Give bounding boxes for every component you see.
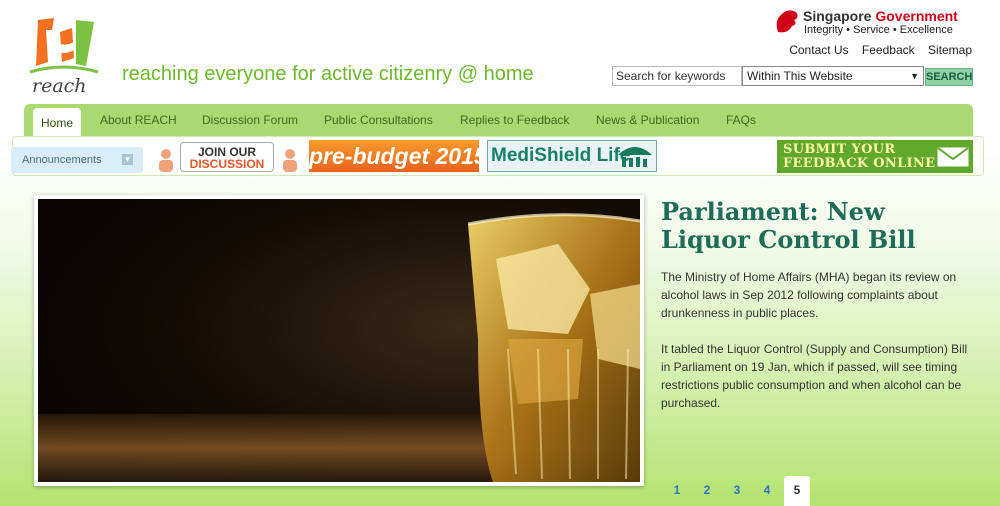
tab-about-reach[interactable]: About REACH	[100, 104, 177, 137]
feature-article: Parliament: New Liquor Control Bill The …	[661, 198, 971, 412]
sitemap-link[interactable]: Sitemap	[928, 43, 972, 57]
gov-name-a: Singapore	[803, 8, 872, 24]
whisky-glass-image	[38, 199, 640, 482]
tab-home[interactable]: Home	[33, 108, 82, 137]
join-banner-line2: DISCUSSION	[189, 157, 265, 171]
tab-public-consultations[interactable]: Public Consultations	[324, 104, 433, 137]
feature-title[interactable]: Parliament: New Liquor Control Bill	[661, 198, 971, 254]
person-icon	[159, 149, 173, 172]
tab-discussion-forum[interactable]: Discussion Forum	[202, 104, 298, 137]
utility-links: Contact Us Feedback Sitemap	[779, 43, 972, 57]
announcements-label: Announcements	[22, 154, 102, 166]
singapore-government-logo[interactable]: Singapore Government Integrity • Service…	[774, 8, 974, 38]
search-scope-select[interactable]: Within This Website ▼	[742, 66, 924, 86]
gov-motto: Integrity • Service • Excellence	[804, 24, 953, 36]
medishield-label: MediShield Life	[491, 145, 631, 166]
submit-banner-line2: FEEDBACK ONLINE	[783, 156, 936, 171]
search-input[interactable]: Search for keywords	[612, 66, 742, 86]
reach-logo[interactable]: reach	[24, 14, 104, 97]
pre-budget-banner[interactable]: pre-budget 2015	[309, 140, 487, 172]
tab-faqs[interactable]: FAQs	[726, 104, 756, 137]
person-icon	[283, 149, 297, 172]
submit-banner-line1: SUBMIT YOUR	[783, 142, 896, 157]
search-scope-value: Within This Website	[747, 69, 853, 83]
feedback-link[interactable]: Feedback	[862, 43, 915, 57]
tab-news-publication[interactable]: News & Publication	[596, 104, 699, 137]
join-discussion-banner[interactable]: JOIN OUR DISCUSSION	[155, 140, 301, 173]
main-nav: Home About REACH Discussion Forum Public…	[24, 104, 973, 137]
tab-replies-to-feedback[interactable]: Replies to Feedback	[460, 104, 569, 137]
pager-page-1[interactable]: 1	[664, 476, 690, 506]
site-tagline: reaching everyone for active citizenry @…	[122, 63, 534, 85]
dropdown-arrow-icon: ▼	[910, 71, 919, 81]
submit-feedback-banner[interactable]: SUBMIT YOUR FEEDBACK ONLINE	[777, 140, 973, 173]
pager-page-4[interactable]: 4	[754, 476, 780, 506]
lion-head-icon	[776, 10, 798, 33]
pager-page-5[interactable]: 5	[784, 476, 810, 506]
envelope-icon	[937, 147, 969, 167]
medishield-life-banner[interactable]: MediShield Life	[487, 140, 657, 172]
search-button[interactable]: SEARCH	[925, 68, 973, 86]
contact-us-link[interactable]: Contact Us	[789, 43, 848, 57]
feature-paragraph-1: The Ministry of Home Affairs (MHA) began…	[661, 270, 957, 320]
announcements-dropdown[interactable]: Announcements ▼	[11, 147, 143, 173]
umbrella-family-icon	[618, 147, 652, 167]
logo-wordmark: reach	[32, 75, 87, 96]
gov-name-b: Government	[875, 8, 958, 24]
feature-paragraph-2: It tabled the Liquor Control (Supply and…	[661, 342, 968, 410]
pager-page-3[interactable]: 3	[724, 476, 750, 506]
pager-page-2[interactable]: 2	[694, 476, 720, 506]
chevron-down-icon: ▼	[122, 154, 133, 165]
feature-image[interactable]	[34, 195, 644, 486]
